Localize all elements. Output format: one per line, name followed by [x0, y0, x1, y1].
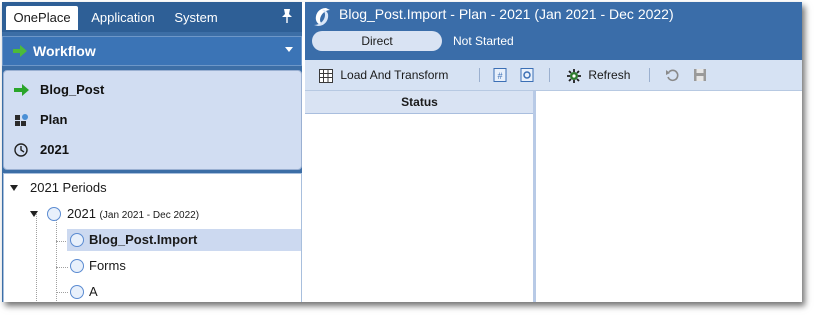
page-title: Blog_Post.Import - Plan - 2021 (Jan 2021…	[339, 6, 674, 22]
tab-application[interactable]: Application	[82, 6, 164, 30]
tree-node-2021[interactable]: 2021 (Jan 2021 - Dec 2022)	[30, 203, 290, 225]
clock-icon	[14, 143, 28, 157]
workflow-label: Workflow	[33, 43, 96, 59]
tab-system[interactable]: System	[168, 6, 224, 30]
settings-doc-icon[interactable]	[520, 68, 534, 82]
load-transform-button[interactable]: Load And Transform	[319, 66, 448, 84]
onestream-logo-icon	[314, 8, 330, 26]
pin-icon[interactable]	[280, 8, 294, 24]
scenario-icon	[15, 114, 28, 126]
tree-node-periods[interactable]: 2021 Periods	[10, 177, 290, 199]
tree-item-partial[interactable]: A	[67, 281, 267, 302]
tree-item-forms[interactable]: Forms	[67, 255, 267, 277]
pov-scenario-label: Plan	[40, 112, 68, 127]
expand-triangle-icon[interactable]	[30, 211, 38, 217]
pov-time-label: 2021	[40, 142, 69, 157]
tab-strip: OnePlace Application System	[2, 2, 302, 32]
status-text: Not Started	[453, 34, 514, 48]
toolbar-separator	[549, 68, 550, 82]
pov-panel: Blog_Post Plan 2021	[3, 70, 302, 170]
window-frame: OnePlace Application System Workflow Blo…	[2, 2, 802, 302]
form-icon[interactable]: #	[493, 68, 507, 82]
tree-node-label: 2021	[67, 206, 96, 221]
refresh-label: Refresh	[588, 68, 631, 82]
refresh-button[interactable]: Refresh	[567, 66, 630, 84]
direct-badge[interactable]: Direct	[312, 31, 442, 51]
tree-guide	[56, 216, 57, 302]
svg-text:#: #	[497, 71, 502, 81]
tree-guide	[36, 214, 37, 302]
green-arrow-icon	[13, 45, 27, 57]
toolbar: Load And Transform # Refresh	[305, 60, 802, 91]
load-transform-label: Load And Transform	[340, 68, 449, 82]
pov-workflow[interactable]: Blog_Post	[14, 79, 284, 101]
status-circle-icon	[70, 285, 84, 299]
left-panel: OnePlace Application System Workflow Blo…	[2, 2, 302, 302]
tree-node-label: 2021 Periods	[30, 180, 107, 195]
tree-item-label: A	[89, 284, 98, 299]
right-panel: Blog_Post.Import - Plan - 2021 (Jan 2021…	[305, 2, 802, 302]
content-pane	[536, 91, 802, 302]
undo-icon[interactable]	[665, 68, 679, 82]
tree-node-range: (Jan 2021 - Dec 2022)	[99, 210, 200, 221]
status-circle-icon	[70, 259, 84, 273]
pov-time[interactable]: 2021	[14, 139, 284, 161]
tree-item-import[interactable]: Blog_Post.Import	[67, 229, 301, 251]
workflow-dropdown[interactable]: Workflow	[2, 36, 302, 66]
toolbar-separator	[479, 68, 480, 82]
green-arrow-icon	[14, 84, 29, 96]
chevron-down-icon	[285, 47, 293, 52]
status-grid	[305, 114, 534, 302]
gear-icon	[567, 68, 581, 83]
pov-workflow-label: Blog_Post	[40, 82, 105, 97]
status-circle-icon	[70, 233, 84, 247]
toolbar-separator	[649, 68, 650, 82]
tree-item-label: Blog_Post.Import	[89, 232, 198, 247]
pov-scenario[interactable]: Plan	[14, 109, 284, 131]
grid-icon	[319, 68, 333, 83]
status-column-header[interactable]: Status	[305, 91, 534, 114]
status-circle-icon	[47, 207, 61, 221]
expand-triangle-icon[interactable]	[10, 185, 18, 191]
save-icon[interactable]	[693, 68, 707, 82]
workflow-header: Blog_Post.Import - Plan - 2021 (Jan 2021…	[305, 2, 802, 60]
workflow-tree: 2021 Periods 2021 (Jan 2021 - Dec 2022) …	[3, 173, 302, 302]
tree-item-label: Forms	[89, 258, 126, 273]
tab-oneplace[interactable]: OnePlace	[6, 6, 78, 30]
